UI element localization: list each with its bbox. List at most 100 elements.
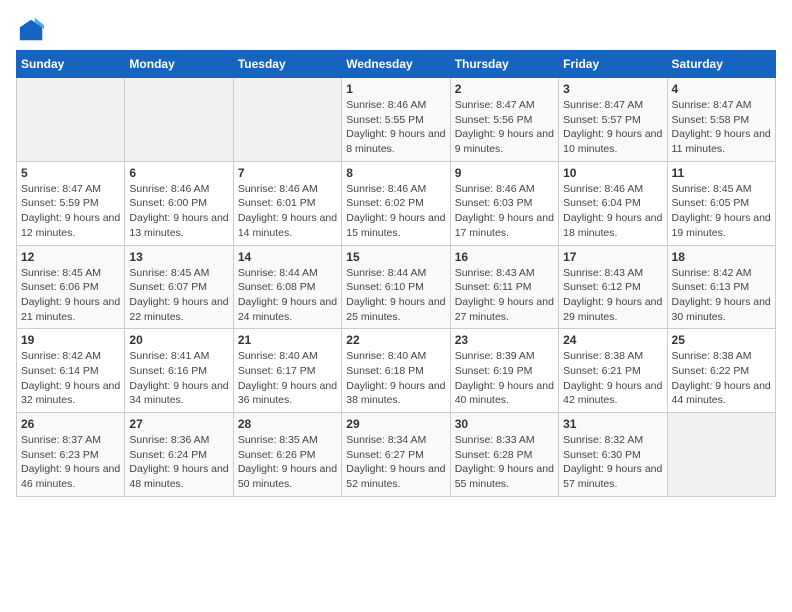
calendar-cell: 20 Sunrise: 8:41 AM Sunset: 6:16 PM Dayli… xyxy=(125,329,233,413)
weekday-header: Monday xyxy=(125,51,233,78)
day-number: 5 xyxy=(21,166,120,180)
day-number: 31 xyxy=(563,417,662,431)
calendar-cell: 31 Sunrise: 8:32 AM Sunset: 6:30 PM Dayli… xyxy=(559,413,667,497)
weekday-header: Friday xyxy=(559,51,667,78)
calendar-cell: 4 Sunrise: 8:47 AM Sunset: 5:58 PM Daylig… xyxy=(667,78,775,162)
day-number: 22 xyxy=(346,333,445,347)
day-number: 18 xyxy=(672,250,771,264)
day-info: Sunrise: 8:34 AM Sunset: 6:27 PM Dayligh… xyxy=(346,433,445,492)
day-number: 6 xyxy=(129,166,228,180)
day-info: Sunrise: 8:35 AM Sunset: 6:26 PM Dayligh… xyxy=(238,433,337,492)
day-info: Sunrise: 8:38 AM Sunset: 6:21 PM Dayligh… xyxy=(563,349,662,408)
day-info: Sunrise: 8:46 AM Sunset: 6:03 PM Dayligh… xyxy=(455,182,554,241)
weekday-header: Tuesday xyxy=(233,51,341,78)
day-number: 19 xyxy=(21,333,120,347)
day-number: 26 xyxy=(21,417,120,431)
day-info: Sunrise: 8:39 AM Sunset: 6:19 PM Dayligh… xyxy=(455,349,554,408)
day-number: 28 xyxy=(238,417,337,431)
day-info: Sunrise: 8:46 AM Sunset: 6:00 PM Dayligh… xyxy=(129,182,228,241)
calendar-cell: 14 Sunrise: 8:44 AM Sunset: 6:08 PM Dayli… xyxy=(233,245,341,329)
calendar-cell: 8 Sunrise: 8:46 AM Sunset: 6:02 PM Daylig… xyxy=(342,161,450,245)
day-info: Sunrise: 8:41 AM Sunset: 6:16 PM Dayligh… xyxy=(129,349,228,408)
day-number: 14 xyxy=(238,250,337,264)
day-number: 13 xyxy=(129,250,228,264)
day-number: 10 xyxy=(563,166,662,180)
calendar-cell: 18 Sunrise: 8:42 AM Sunset: 6:13 PM Dayli… xyxy=(667,245,775,329)
calendar-cell: 12Sunrise: 8:45 AM Sunset: 6:06 PM Dayli… xyxy=(17,245,125,329)
day-number: 2 xyxy=(455,82,554,96)
weekday-header: Saturday xyxy=(667,51,775,78)
calendar-body: 1 Sunrise: 8:46 AM Sunset: 5:55 PM Daylig… xyxy=(17,78,776,497)
day-info: Sunrise: 8:47 AM Sunset: 5:56 PM Dayligh… xyxy=(455,98,554,157)
weekday-row: SundayMondayTuesdayWednesdayThursdayFrid… xyxy=(17,51,776,78)
day-info: Sunrise: 8:47 AM Sunset: 5:57 PM Dayligh… xyxy=(563,98,662,157)
calendar-cell: 16Sunrise: 8:43 AM Sunset: 6:11 PM Dayli… xyxy=(450,245,558,329)
day-number: 20 xyxy=(129,333,228,347)
calendar-cell: 19 Sunrise: 8:42 AM Sunset: 6:14 PM Dayli… xyxy=(17,329,125,413)
weekday-header: Thursday xyxy=(450,51,558,78)
day-info: Sunrise: 8:42 AM Sunset: 6:14 PM Dayligh… xyxy=(21,349,120,408)
day-number: 27 xyxy=(129,417,228,431)
calendar-cell: 1 Sunrise: 8:46 AM Sunset: 5:55 PM Daylig… xyxy=(342,78,450,162)
calendar-cell xyxy=(667,413,775,497)
day-number: 1 xyxy=(346,82,445,96)
day-info: Sunrise: 8:44 AM Sunset: 6:08 PM Dayligh… xyxy=(238,266,337,325)
calendar-week-row: 26 Sunrise: 8:37 AM Sunset: 6:23 PM Dayli… xyxy=(17,413,776,497)
day-info: Sunrise: 8:46 AM Sunset: 6:02 PM Dayligh… xyxy=(346,182,445,241)
day-number: 25 xyxy=(672,333,771,347)
calendar-cell: 25Sunrise: 8:38 AM Sunset: 6:22 PM Dayli… xyxy=(667,329,775,413)
logo-icon xyxy=(18,16,46,44)
weekday-header: Sunday xyxy=(17,51,125,78)
calendar-cell: 29 Sunrise: 8:34 AM Sunset: 6:27 PM Dayli… xyxy=(342,413,450,497)
day-number: 21 xyxy=(238,333,337,347)
calendar-cell: 9 Sunrise: 8:46 AM Sunset: 6:03 PM Daylig… xyxy=(450,161,558,245)
day-number: 17 xyxy=(563,250,662,264)
calendar-cell xyxy=(125,78,233,162)
calendar-cell xyxy=(17,78,125,162)
day-info: Sunrise: 8:44 AM Sunset: 6:10 PM Dayligh… xyxy=(346,266,445,325)
day-info: Sunrise: 8:46 AM Sunset: 6:01 PM Dayligh… xyxy=(238,182,337,241)
day-number: 15 xyxy=(346,250,445,264)
day-info: Sunrise: 8:46 AM Sunset: 6:04 PM Dayligh… xyxy=(563,182,662,241)
day-number: 29 xyxy=(346,417,445,431)
weekday-header: Wednesday xyxy=(342,51,450,78)
day-number: 8 xyxy=(346,166,445,180)
calendar-cell: 27Sunrise: 8:36 AM Sunset: 6:24 PM Dayli… xyxy=(125,413,233,497)
calendar-header: SundayMondayTuesdayWednesdayThursdayFrid… xyxy=(17,51,776,78)
calendar-cell: 2 Sunrise: 8:47 AM Sunset: 5:56 PM Daylig… xyxy=(450,78,558,162)
day-number: 9 xyxy=(455,166,554,180)
day-info: Sunrise: 8:37 AM Sunset: 6:23 PM Dayligh… xyxy=(21,433,120,492)
calendar-cell: 21 Sunrise: 8:40 AM Sunset: 6:17 PM Dayli… xyxy=(233,329,341,413)
day-info: Sunrise: 8:47 AM Sunset: 5:59 PM Dayligh… xyxy=(21,182,120,241)
day-info: Sunrise: 8:45 AM Sunset: 6:07 PM Dayligh… xyxy=(129,266,228,325)
calendar-cell: 6 Sunrise: 8:46 AM Sunset: 6:00 PM Daylig… xyxy=(125,161,233,245)
day-number: 30 xyxy=(455,417,554,431)
day-number: 11 xyxy=(672,166,771,180)
day-number: 23 xyxy=(455,333,554,347)
day-info: Sunrise: 8:46 AM Sunset: 5:55 PM Dayligh… xyxy=(346,98,445,157)
calendar-cell: 17Sunrise: 8:43 AM Sunset: 6:12 PM Dayli… xyxy=(559,245,667,329)
day-info: Sunrise: 8:40 AM Sunset: 6:18 PM Dayligh… xyxy=(346,349,445,408)
day-info: Sunrise: 8:40 AM Sunset: 6:17 PM Dayligh… xyxy=(238,349,337,408)
calendar-cell: 5 Sunrise: 8:47 AM Sunset: 5:59 PM Daylig… xyxy=(17,161,125,245)
calendar-table: SundayMondayTuesdayWednesdayThursdayFrid… xyxy=(16,50,776,497)
calendar-cell: 7 Sunrise: 8:46 AM Sunset: 6:01 PM Daylig… xyxy=(233,161,341,245)
day-info: Sunrise: 8:32 AM Sunset: 6:30 PM Dayligh… xyxy=(563,433,662,492)
calendar-week-row: 19 Sunrise: 8:42 AM Sunset: 6:14 PM Dayli… xyxy=(17,329,776,413)
calendar-cell xyxy=(233,78,341,162)
day-info: Sunrise: 8:42 AM Sunset: 6:13 PM Dayligh… xyxy=(672,266,771,325)
calendar-cell: 13 Sunrise: 8:45 AM Sunset: 6:07 PM Dayli… xyxy=(125,245,233,329)
day-info: Sunrise: 8:43 AM Sunset: 6:11 PM Dayligh… xyxy=(455,266,554,325)
calendar-week-row: 12Sunrise: 8:45 AM Sunset: 6:06 PM Dayli… xyxy=(17,245,776,329)
page-header xyxy=(16,16,776,40)
calendar-cell: 11Sunrise: 8:45 AM Sunset: 6:05 PM Dayli… xyxy=(667,161,775,245)
day-number: 7 xyxy=(238,166,337,180)
calendar-cell: 22 Sunrise: 8:40 AM Sunset: 6:18 PM Dayli… xyxy=(342,329,450,413)
calendar-cell: 28 Sunrise: 8:35 AM Sunset: 6:26 PM Dayli… xyxy=(233,413,341,497)
calendar-cell: 24 Sunrise: 8:38 AM Sunset: 6:21 PM Dayli… xyxy=(559,329,667,413)
day-number: 4 xyxy=(672,82,771,96)
day-info: Sunrise: 8:47 AM Sunset: 5:58 PM Dayligh… xyxy=(672,98,771,157)
day-info: Sunrise: 8:45 AM Sunset: 6:06 PM Dayligh… xyxy=(21,266,120,325)
day-number: 24 xyxy=(563,333,662,347)
calendar-cell: 30Sunrise: 8:33 AM Sunset: 6:28 PM Dayli… xyxy=(450,413,558,497)
